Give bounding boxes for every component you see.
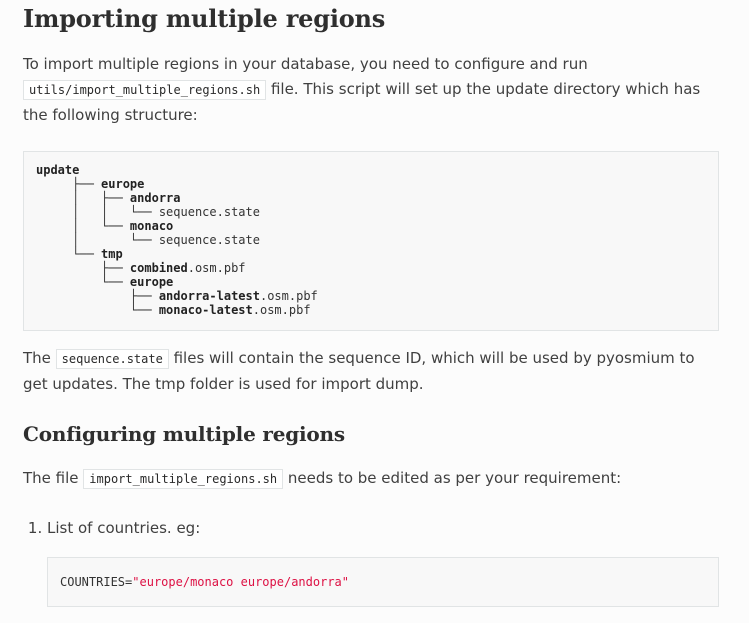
tree-monaco-latest-name: monaco-latest [158,303,253,317]
tree-andorra-latest-name: andorra-latest [158,289,260,303]
tree-monaco-state-ext: .state [216,233,260,247]
tree-andorra-state-ext: .state [216,205,260,219]
config-text-after: needs to be edited as per your requireme… [283,469,622,487]
steps-list: List of countries. eg: [23,516,200,541]
countries-code: COUNTRIES="europe/monaco europe/andorra" [60,574,349,590]
sequence-paragraph: The sequence.state files will contain th… [23,346,713,397]
config-text-before: The file [23,469,84,487]
tree-root: update [36,163,80,177]
heading-importing-multiple-regions: Importing multiple regions [23,4,386,33]
tree-andorra-state-name: sequence [158,205,217,219]
countries-value: "europe/monaco europe/andorra" [132,575,350,589]
script-path-code: utils/import_multiple_regions.sh [23,80,267,100]
list-item: List of countries. eg: [47,516,200,541]
tree-monaco-latest-ext: .osm.pbf [252,303,311,317]
intro-text-before: To import multiple regions in your datab… [23,55,588,73]
tree-andorra-latest-ext: .osm.pbf [259,289,318,303]
tree-monaco: monaco [129,219,174,233]
tree-combined-name: combined [129,261,188,275]
tree-monaco-state-name: sequence [158,233,217,247]
countries-variable: COUNTRIES [60,575,126,589]
tree-tmp-europe: europe [129,275,174,289]
tree-andorra: andorra [129,191,181,205]
heading-configuring-multiple-regions: Configuring multiple regions [23,422,345,446]
intro-paragraph: To import multiple regions in your datab… [23,52,713,128]
sequence-state-code: sequence.state [55,349,169,369]
tree-europe: europe [101,177,145,191]
directory-tree: update ├── europe │ ├── andorra │ │ └── … [36,163,318,317]
countries-codeblock: COUNTRIES="europe/monaco europe/andorra" [47,557,719,607]
tree-tmp: tmp [101,247,123,261]
config-file-code: import_multiple_regions.sh [83,469,284,489]
sequence-text-before: The [23,349,56,367]
tree-combined-ext: .osm.pbf [187,261,246,275]
config-paragraph: The file import_multiple_regions.sh need… [23,466,713,492]
directory-tree-codeblock: update ├── europe │ ├── andorra │ │ └── … [23,151,719,331]
